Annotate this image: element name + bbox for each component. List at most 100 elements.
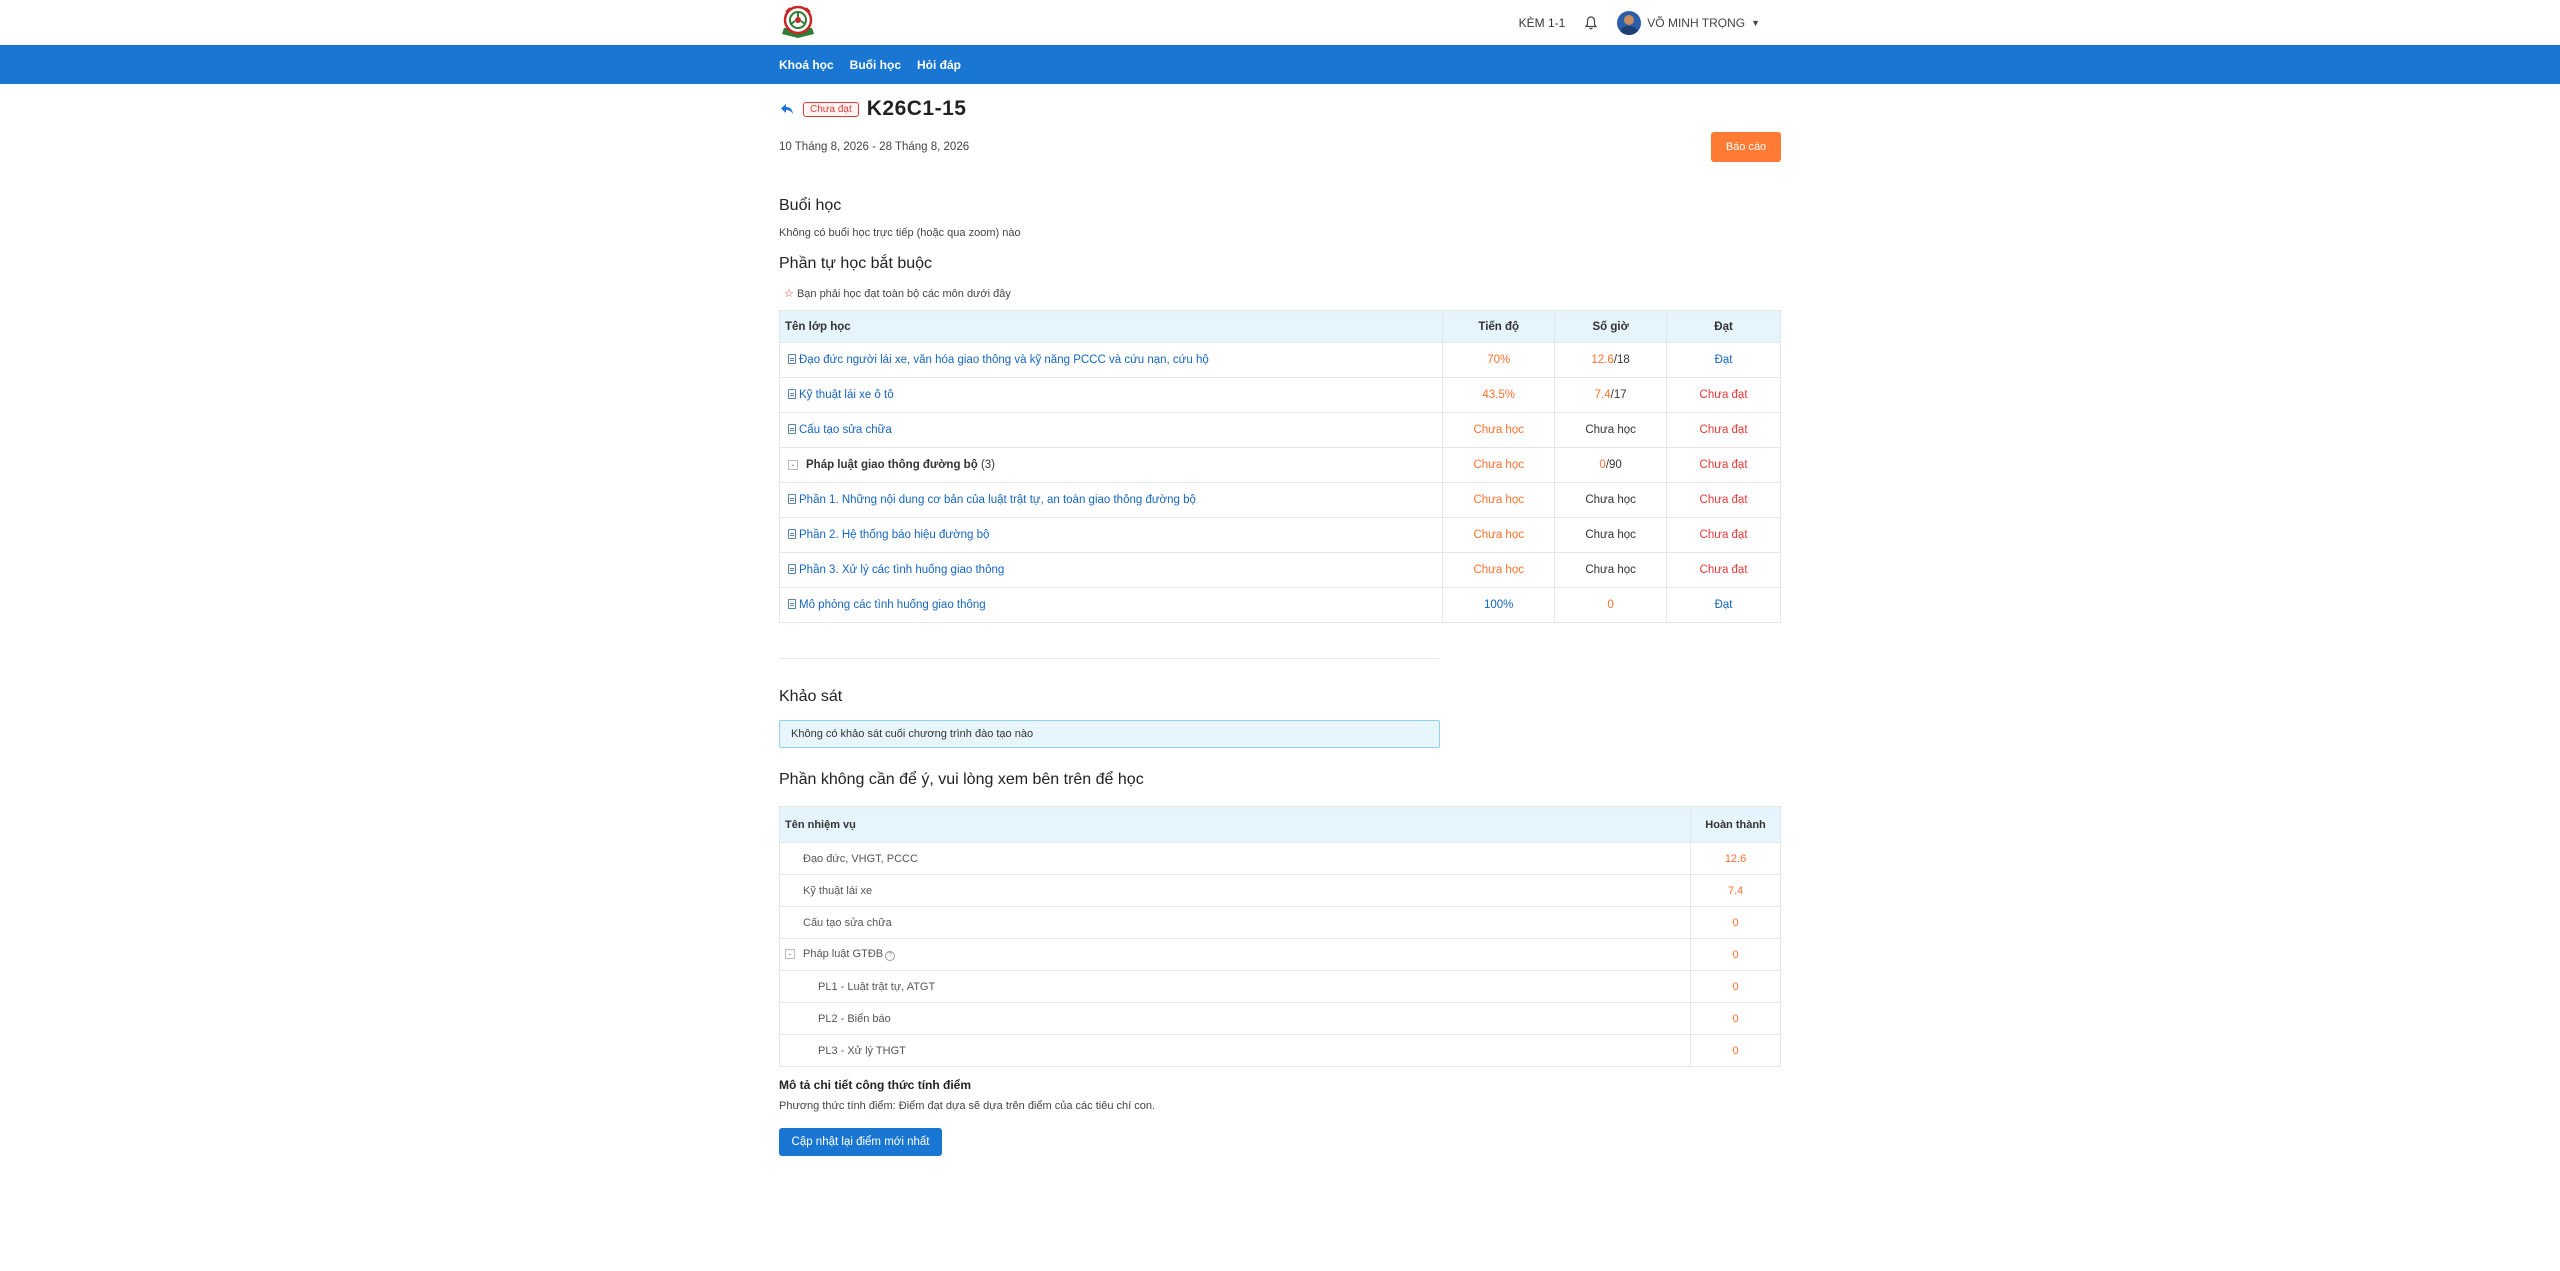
hours-value: Chưa học (1554, 412, 1668, 448)
passed-value: Đạt (1666, 342, 1781, 378)
table-row: Phần 1. Những nội dung cơ bản của luật t… (778, 482, 1781, 518)
passed-value: Chưa đạt (1666, 482, 1781, 518)
table-row: Cấu tạo sửa chữa 0 (778, 906, 1781, 939)
task-name: Cấu tạo sửa chữa (778, 906, 1692, 939)
progress-value: 43.5% (1442, 377, 1556, 413)
title-row: Chưa đạt K26C1-15 (779, 96, 966, 122)
course-group-name: Pháp luật giao thông đường bộ (806, 459, 978, 471)
formula-desc: Phương thức tính điểm: Điểm đạt dựa sẽ d… (779, 1100, 1156, 1112)
help-icon[interactable]: ? (885, 951, 896, 961)
nav-item-sessions[interactable]: Buổi học (850, 58, 901, 72)
course-link[interactable]: Kỹ thuật lái xe ô tô (799, 389, 894, 401)
hours-value: 12.6/18 (1554, 342, 1668, 378)
task-value: 0 (1690, 1034, 1781, 1067)
nav-item-qa[interactable]: Hỏi đáp (917, 58, 961, 72)
table-row: PL3 - Xử lý THGT 0 (778, 1034, 1781, 1067)
task-value: 0 (1690, 1002, 1781, 1035)
bell-icon[interactable] (1583, 15, 1599, 31)
survey-empty-alert: Không có khảo sát cuối chương trình đào … (779, 720, 1440, 748)
progress-value: 70% (1442, 342, 1556, 378)
top-header: KÈM 1-1 VÕ MINH TRỌNG ▼ (0, 0, 2560, 45)
academy-logo[interactable] (778, 4, 818, 40)
kem-menu-link[interactable]: KÈM 1-1 (1519, 16, 1566, 30)
table-row: - Pháp luật giao thông đường bộ (3) Chưa … (778, 447, 1781, 483)
task-name: Pháp luật GTĐB (803, 948, 884, 960)
passed-value: Đạt (1666, 587, 1781, 623)
back-arrow-icon[interactable] (779, 101, 795, 117)
section-divider (779, 658, 1439, 659)
hours-value: 7.4/17 (1554, 377, 1668, 413)
chevron-down-icon: ▼ (1751, 17, 1760, 28)
date-range: 10 Tháng 8, 2026 - 28 Tháng 8, 2026 (779, 141, 970, 153)
table-row: Đạo đức, VHGT, PCCC 12.6 (778, 842, 1781, 875)
course-link[interactable]: Phần 2. Hệ thống báo hiệu đường bộ (799, 529, 989, 541)
user-name: VÕ MINH TRỌNG (1647, 15, 1746, 30)
hours-value: Chưa học (1554, 482, 1668, 518)
survey-heading: Khảo sát (779, 688, 843, 705)
task-name: PL2 - Biển báo (778, 1002, 1692, 1035)
required-note: ☆ Bạn phải học đạt toàn bộ các môn dưới … (784, 287, 1011, 300)
sessions-empty-text: Không có buổi học trực tiếp (hoặc qua zo… (779, 227, 1021, 239)
progress-value: 100% (1442, 587, 1556, 623)
passed-value: Chưa đạt (1666, 412, 1781, 448)
file-icon (788, 354, 796, 364)
nav-item-courses[interactable]: Khoá học (779, 58, 834, 72)
progress-value: Chưa học (1442, 517, 1556, 553)
col-header-passed: Đạt (1666, 310, 1781, 343)
col-header-hours: Số giờ (1554, 310, 1668, 343)
col-header-progress: Tiến độ (1442, 310, 1556, 343)
file-icon (788, 424, 796, 434)
file-icon (788, 599, 796, 609)
file-icon (788, 389, 796, 399)
progress-value: Chưa học (1442, 412, 1556, 448)
progress-value: Chưa học (1442, 447, 1556, 483)
task-value: 12.6 (1690, 842, 1781, 875)
sessions-heading: Buổi học (779, 197, 842, 214)
collapse-toggle-icon[interactable]: - (788, 460, 798, 470)
table-row: Đạo đức người lái xe, văn hóa giao thông… (778, 342, 1781, 378)
file-icon (788, 529, 796, 539)
tasks-table: Tên nhiệm vụ Hoàn thành Đạo đức, VHGT, P… (778, 806, 1781, 1067)
status-badge: Chưa đạt (803, 101, 859, 117)
user-menu[interactable]: VÕ MINH TRỌNG ▼ (1617, 10, 1760, 35)
table-row: PL1 - Luật trật tự, ATGT 0 (778, 970, 1781, 1003)
optional-heading: Phần không cần để ý, vui lòng xem bên tr… (779, 771, 1144, 788)
progress-value: Chưa học (1442, 552, 1556, 588)
table-row: Kỹ thuật lái xe 7.4 (778, 874, 1781, 907)
hours-value: Chưa học (1554, 517, 1668, 553)
table-row: Kỹ thuật lái xe ô tô 43.5% 7.4/17 Chưa đ… (778, 377, 1781, 413)
update-score-button[interactable]: Cập nhật lại điểm mới nhất (779, 1128, 942, 1156)
course-link[interactable]: Đạo đức người lái xe, văn hóa giao thông… (799, 354, 1209, 366)
page-title: K26C1-15 (866, 97, 967, 120)
task-name: PL1 - Luật trật tự, ATGT (778, 970, 1692, 1003)
col-header-complete: Hoàn thành (1690, 806, 1781, 843)
required-heading: Phần tự học bắt buộc (779, 255, 933, 272)
avatar (1617, 10, 1642, 35)
course-link[interactable]: Phần 3. Xử lý các tình huống giao thông (799, 564, 1004, 576)
course-link[interactable]: Cấu tạo sửa chữa (799, 424, 892, 436)
course-link[interactable]: Phần 1. Những nội dung cơ bản của luật t… (799, 494, 1196, 506)
col-header-name: Tên lớp học (778, 310, 1444, 343)
hours-value: 0/90 (1554, 447, 1668, 483)
task-name: PL3 - Xử lý THGT (778, 1034, 1692, 1067)
hours-value: Chưa học (1554, 552, 1668, 588)
file-icon (788, 564, 796, 574)
passed-value: Chưa đạt (1666, 377, 1781, 413)
collapse-toggle-icon[interactable]: - (785, 949, 795, 959)
table-row: - Pháp luật GTĐB? 0 (778, 938, 1781, 971)
table-row: Mô phỏng các tình huống giao thông 100% … (778, 587, 1781, 623)
star-icon: ☆ (784, 288, 794, 300)
course-group-count: (3) (980, 459, 995, 471)
passed-value: Chưa đạt (1666, 552, 1781, 588)
task-value: 0 (1690, 938, 1781, 971)
report-button[interactable]: Báo cáo (1711, 132, 1781, 162)
passed-value: Chưa đạt (1666, 517, 1781, 553)
task-name: Đạo đức, VHGT, PCCC (778, 842, 1692, 875)
task-value: 7.4 (1690, 874, 1781, 907)
task-name: Kỹ thuật lái xe (778, 874, 1692, 907)
hours-value: 0 (1554, 587, 1668, 623)
main-nav: Khoá học Buổi học Hỏi đáp (0, 45, 2560, 84)
required-note-text: Bạn phải học đạt toàn bộ các môn dưới đâ… (796, 288, 1011, 300)
file-icon (788, 494, 796, 504)
course-link[interactable]: Mô phỏng các tình huống giao thông (799, 599, 986, 611)
